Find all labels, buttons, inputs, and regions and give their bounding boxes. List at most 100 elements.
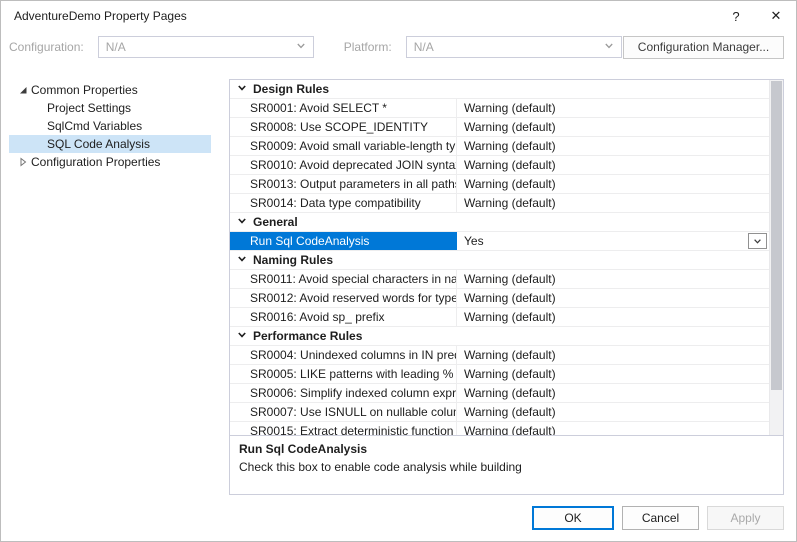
property-value: Warning (default)	[457, 137, 769, 155]
property-value-text: Warning (default)	[464, 120, 556, 134]
category-tree: Common Properties Project Settings SqlCmd …	[9, 79, 211, 495]
ok-button[interactable]: OK	[532, 506, 614, 530]
property-row-sr0004[interactable]: SR0004: Unindexed columns in IN predic Wa…	[230, 346, 769, 365]
property-name: SR0007: Use ISNULL on nullable column	[230, 403, 457, 421]
property-name: SR0009: Avoid small variable-length typ	[230, 137, 457, 155]
property-row-sr0012[interactable]: SR0012: Avoid reserved words for type nW…	[230, 289, 769, 308]
property-name: SR0016: Avoid sp_ prefix	[230, 308, 457, 326]
property-value-text: Warning (default)	[464, 367, 556, 381]
group-header-design-rules[interactable]: Design Rules	[230, 80, 769, 99]
property-value-text: Yes	[464, 234, 484, 248]
description-title: Run Sql CodeAnalysis	[239, 442, 774, 456]
configuration-value: N/A	[106, 40, 126, 54]
property-value-text: Warning (default)	[464, 310, 556, 324]
chevron-down-icon	[237, 215, 247, 229]
property-name: SR0012: Avoid reserved words for type n	[230, 289, 457, 307]
main-area: Common Properties Project Settings SqlCmd …	[1, 73, 796, 495]
property-name: SR0008: Use SCOPE_IDENTITY	[230, 118, 457, 136]
property-row-sr0001[interactable]: SR0001: Avoid SELECT * Warning (default)	[230, 99, 769, 118]
group-header-naming-rules[interactable]: Naming Rules	[230, 251, 769, 270]
chevron-down-icon	[296, 40, 306, 54]
configuration-bar: Configuration: N/A Platform: N/A Configu…	[1, 31, 796, 73]
sidebar-item-label: SQL Code Analysis	[47, 137, 150, 151]
sidebar-item-sql-code-analysis[interactable]: SQL Code Analysis	[9, 135, 211, 153]
property-value: Warning (default)	[457, 403, 769, 421]
property-name: SR0015: Extract deterministic function c…	[230, 422, 457, 436]
tree-expanded-icon[interactable]	[15, 85, 31, 95]
property-row-sr0005[interactable]: SR0005: LIKE patterns with leading % Warn…	[230, 365, 769, 384]
group-name: Naming Rules	[253, 253, 333, 267]
property-value-text: Warning (default)	[464, 139, 556, 153]
sidebar-item-sqlcmd-variables[interactable]: SqlCmd Variables	[9, 117, 211, 135]
platform-select[interactable]: N/A	[406, 36, 622, 58]
cancel-button[interactable]: Cancel	[622, 506, 699, 530]
property-row-run-sql-codeanalysis[interactable]: Run Sql CodeAnalysisYes	[230, 232, 769, 251]
property-value: Warning (default)	[457, 422, 769, 436]
property-value[interactable]: Yes	[457, 232, 769, 250]
property-name: SR0004: Unindexed columns in IN predic	[230, 346, 457, 364]
property-name: SR0011: Avoid special characters in nam	[230, 270, 457, 288]
property-name: SR0005: LIKE patterns with leading %	[230, 365, 457, 383]
property-row-sr0013[interactable]: SR0013: Output parameters in all pathsWa…	[230, 175, 769, 194]
property-grid-rows: Design Rules SR0001: Avoid SELECT * Warnin…	[230, 80, 769, 436]
sidebar-item-label: Project Settings	[47, 101, 131, 115]
property-value-text: Warning (default)	[464, 272, 556, 286]
property-name: SR0014: Data type compatibility	[230, 194, 457, 212]
group-header-performance-rules[interactable]: Performance Rules	[230, 327, 769, 346]
property-value: Warning (default)	[457, 175, 769, 193]
group-name: General	[253, 215, 298, 229]
property-row-sr0014[interactable]: SR0014: Data type compatibility Warning (…	[230, 194, 769, 213]
help-button[interactable]: ?	[716, 1, 756, 31]
property-value: Warning (default)	[457, 384, 769, 402]
property-value-text: Warning (default)	[464, 424, 556, 436]
property-row-sr0006[interactable]: SR0006: Simplify indexed column expresWa…	[230, 384, 769, 403]
property-value-text: Warning (default)	[464, 158, 556, 172]
configuration-manager-button[interactable]: Configuration Manager...	[623, 36, 784, 59]
close-button[interactable]: ✕	[756, 1, 796, 31]
property-value: Warning (default)	[457, 156, 769, 174]
property-value-text: Warning (default)	[464, 348, 556, 362]
property-value: Warning (default)	[457, 365, 769, 383]
sidebar-item-configuration-properties[interactable]: Configuration Properties	[9, 153, 211, 171]
configuration-select[interactable]: N/A	[98, 36, 314, 58]
property-name: SR0006: Simplify indexed column expres	[230, 384, 457, 402]
property-name: SR0001: Avoid SELECT *	[230, 99, 457, 117]
property-value-text: Warning (default)	[464, 101, 556, 115]
group-name: Design Rules	[253, 82, 329, 96]
property-row-sr0011[interactable]: SR0011: Avoid special characters in nam W…	[230, 270, 769, 289]
value-dropdown-button[interactable]	[748, 233, 767, 249]
property-pages-dialog: AdventureDemo Property Pages ? ✕ Configu…	[0, 0, 797, 542]
chevron-down-icon	[237, 329, 247, 343]
chevron-down-icon	[237, 82, 247, 96]
property-value: Warning (default)	[457, 270, 769, 288]
property-grid: Design Rules SR0001: Avoid SELECT * Warnin…	[229, 79, 784, 436]
scrollbar-thumb[interactable]	[771, 81, 782, 390]
titlebar-buttons: ? ✕	[716, 1, 796, 31]
sidebar-item-label: Common Properties	[31, 83, 138, 97]
property-name: SR0013: Output parameters in all paths	[230, 175, 457, 193]
property-value-text: Warning (default)	[464, 196, 556, 210]
group-header-general[interactable]: General	[230, 213, 769, 232]
chevron-down-icon	[237, 253, 247, 267]
property-row-sr0010[interactable]: SR0010: Avoid deprecated JOIN syntax Warn…	[230, 156, 769, 175]
property-row-sr0015[interactable]: SR0015: Extract deterministic function c…	[230, 422, 769, 436]
tree-collapsed-icon[interactable]	[15, 157, 31, 167]
chevron-down-icon	[604, 40, 614, 54]
sidebar-item-label: SqlCmd Variables	[47, 119, 142, 133]
property-value: Warning (default)	[457, 289, 769, 307]
property-value: Warning (default)	[457, 194, 769, 212]
vertical-scrollbar[interactable]	[769, 80, 783, 435]
property-row-sr0007[interactable]: SR0007: Use ISNULL on nullable columnWar…	[230, 403, 769, 422]
title-bar: AdventureDemo Property Pages ? ✕	[1, 1, 796, 31]
property-value: Warning (default)	[457, 346, 769, 364]
apply-button[interactable]: Apply	[707, 506, 784, 530]
property-name: SR0010: Avoid deprecated JOIN syntax	[230, 156, 457, 174]
property-row-sr0008[interactable]: SR0008: Use SCOPE_IDENTITY Warning (defau…	[230, 118, 769, 137]
property-row-sr0009[interactable]: SR0009: Avoid small variable-length typ W…	[230, 137, 769, 156]
footer-bar: OK Cancel Apply	[1, 495, 796, 541]
group-name: Performance Rules	[253, 329, 362, 343]
sidebar-item-project-settings[interactable]: Project Settings	[9, 99, 211, 117]
window-title: AdventureDemo Property Pages	[14, 9, 187, 23]
sidebar-item-common-properties[interactable]: Common Properties	[9, 81, 211, 99]
property-row-sr0016[interactable]: SR0016: Avoid sp_ prefix Warning (default…	[230, 308, 769, 327]
